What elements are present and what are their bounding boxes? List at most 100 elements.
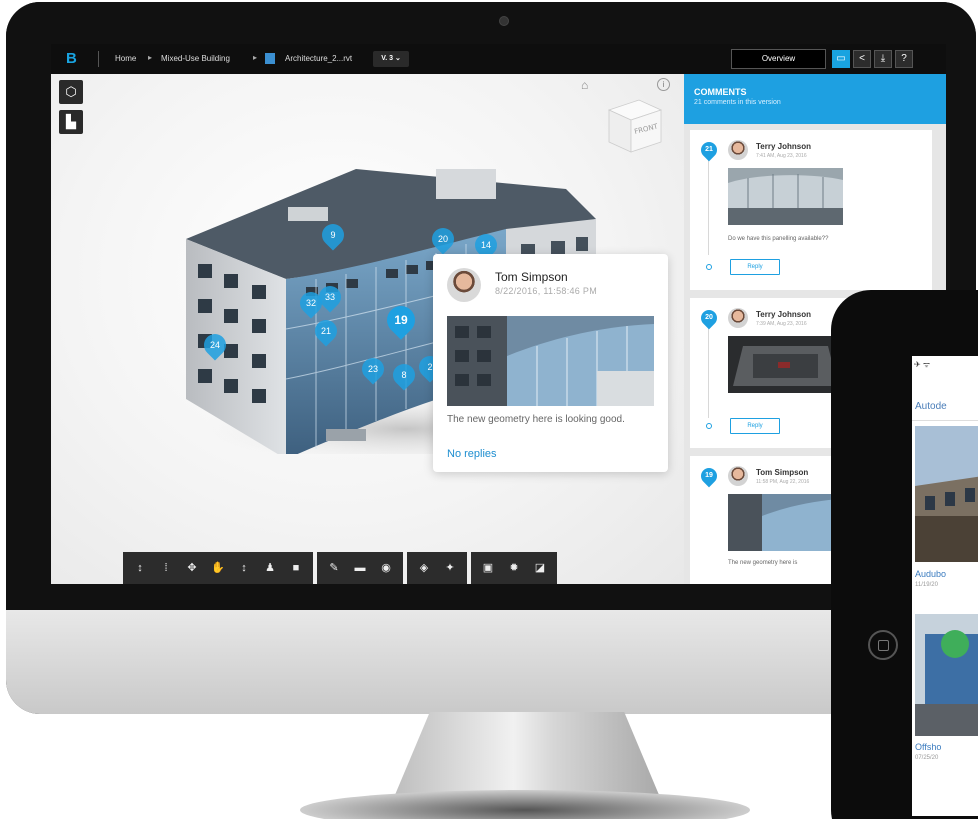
share-icon[interactable]: < bbox=[853, 50, 871, 68]
popup-thumbnail[interactable] bbox=[447, 316, 654, 406]
reply-dot-icon bbox=[706, 264, 712, 270]
comment-pin[interactable]: 20 bbox=[427, 223, 459, 255]
comment-timestamp: 11:58 PM, Aug 22, 2016 bbox=[756, 479, 810, 485]
explode-icon[interactable]: ◈ bbox=[413, 557, 435, 579]
comment-number-badge[interactable]: 21 bbox=[697, 138, 721, 162]
comments-count: 21 comments in this version bbox=[694, 99, 781, 106]
hand-icon[interactable]: ✋ bbox=[207, 557, 229, 579]
comments-title: COMMENTS bbox=[694, 87, 747, 97]
popup-author: Tom Simpson bbox=[495, 270, 568, 284]
tablet-screen: ✈ ᯤ Autode Audubo 11/19/20 Offsho 07/25/… bbox=[912, 356, 978, 816]
markup-icon[interactable]: ✎ bbox=[323, 557, 345, 579]
model-icon[interactable]: ✦ bbox=[439, 557, 461, 579]
home-button-icon[interactable] bbox=[868, 630, 898, 660]
comment-thumbnail[interactable] bbox=[728, 336, 843, 393]
project-card[interactable]: Audubo 11/19/20 bbox=[915, 426, 978, 606]
comment-card[interactable]: 21 Terry Johnson 7:41 AM, Aug 23, 2016 D… bbox=[690, 130, 932, 290]
comment-text: The new geometry here is bbox=[728, 560, 798, 566]
zoom-icon[interactable]: ↕ bbox=[233, 557, 255, 579]
chevron-right-icon: ▸ bbox=[148, 53, 153, 62]
monitor-base bbox=[300, 790, 750, 819]
help-icon[interactable]: ? bbox=[895, 50, 913, 68]
avatar bbox=[728, 466, 748, 486]
eye-icon[interactable]: ◉ bbox=[375, 557, 397, 579]
camera-icon[interactable]: ■ bbox=[285, 557, 307, 579]
model-tools: ◈ ✦ bbox=[407, 552, 467, 584]
comment-timestamp: 7:39 AM, Aug 23, 2016 bbox=[756, 321, 807, 327]
tablet-device: ✈ ᯤ Autode Audubo 11/19/20 Offsho 07/25/… bbox=[831, 290, 978, 819]
status-bar: ✈ ᯤ bbox=[914, 360, 931, 369]
person-icon[interactable]: ♟ bbox=[259, 557, 281, 579]
thread-line bbox=[708, 160, 709, 255]
comment-icon[interactable]: ▭ bbox=[832, 50, 850, 68]
document-icon[interactable]: ▙ bbox=[59, 110, 83, 134]
orbit-icon[interactable]: ✥ bbox=[181, 557, 203, 579]
comment-thumbnail[interactable] bbox=[728, 168, 843, 225]
popup-timestamp: 8/22/2016, 11:58:46 PM bbox=[495, 286, 598, 296]
viewer-toolbar: ↕ ⁞ ✥ ✋ ↕ ♟ ■ ✎ ▬ ◉ ◈ ✦ ▣ ✹ ◪ bbox=[123, 552, 557, 584]
comment-pin[interactable]: 24 bbox=[199, 329, 231, 361]
revit-file-icon bbox=[265, 53, 275, 64]
3d-viewer[interactable]: ⬡ ▙ ⌂ i FRONT 9 20 14 32 33 19 21 24 23 … bbox=[51, 74, 684, 584]
no-replies-link[interactable]: No replies bbox=[447, 448, 497, 460]
comment-pin[interactable]: 8 bbox=[388, 359, 420, 391]
product-showcase: B Home ▸ Mixed-Use Building ▸ Architectu… bbox=[0, 0, 978, 819]
popup-comment-text: The new geometry here is looking good. bbox=[447, 414, 625, 425]
avatar bbox=[447, 268, 481, 302]
comment-popup[interactable]: Tom Simpson 8/22/2016, 11:58:46 PM The n… bbox=[433, 254, 668, 472]
comment-author: Terry Johnson bbox=[756, 142, 811, 151]
top-bar: B Home ▸ Mixed-Use Building ▸ Architectu… bbox=[51, 44, 946, 74]
pan-icon[interactable]: ↕ bbox=[129, 557, 151, 579]
comment-author: Terry Johnson bbox=[756, 310, 811, 319]
navigation-tools: ↕ ⁞ ✥ ✋ ↕ ♟ ■ bbox=[123, 552, 313, 584]
app-logo[interactable]: B bbox=[66, 51, 79, 67]
project-thumbnail[interactable] bbox=[915, 426, 978, 562]
version-dropdown[interactable]: V. 3 ⌄ bbox=[373, 51, 409, 67]
comments-header: COMMENTS 21 comments in this version bbox=[684, 74, 946, 124]
tablet-app-title: Autode bbox=[912, 401, 978, 421]
project-thumbnail[interactable] bbox=[915, 614, 978, 736]
reply-button[interactable]: Reply bbox=[730, 418, 780, 434]
comment-pin[interactable]: 33 bbox=[314, 281, 346, 313]
walk-icon[interactable]: ⁞ bbox=[155, 557, 177, 579]
chevron-right-icon: ▸ bbox=[253, 53, 258, 62]
avatar bbox=[728, 140, 748, 160]
comment-number-badge[interactable]: 20 bbox=[697, 306, 721, 330]
thread-line bbox=[708, 328, 709, 418]
home-icon[interactable]: ⌂ bbox=[581, 78, 588, 92]
comment-author: Tom Simpson bbox=[756, 468, 809, 477]
project-name: Offsho bbox=[915, 742, 942, 752]
comment-add-icon[interactable]: ▬ bbox=[349, 557, 371, 579]
comment-text: Do we have this panelling available?? bbox=[728, 236, 829, 242]
cube-icon[interactable]: ⬡ bbox=[59, 80, 83, 104]
project-date: 11/19/20 bbox=[915, 582, 938, 588]
comment-pin[interactable]: 21 bbox=[310, 315, 342, 347]
reply-button[interactable]: Reply bbox=[730, 259, 780, 275]
breadcrumb-project[interactable]: Mixed-Use Building bbox=[161, 54, 230, 63]
markup-tools: ✎ ▬ ◉ bbox=[317, 552, 403, 584]
comment-timestamp: 7:41 AM, Aug 23, 2016 bbox=[756, 153, 807, 159]
comment-pin[interactable]: 23 bbox=[357, 353, 389, 385]
comment-pin-active[interactable]: 19 bbox=[381, 300, 421, 340]
save-icon[interactable]: ▣ bbox=[477, 557, 499, 579]
app-screen: B Home ▸ Mixed-Use Building ▸ Architectu… bbox=[51, 44, 946, 584]
breadcrumb-file[interactable]: Architecture_2...rvt bbox=[285, 54, 352, 63]
project-name: Audubo bbox=[915, 569, 947, 579]
divider bbox=[98, 51, 99, 67]
breadcrumb-home[interactable]: Home bbox=[115, 54, 136, 63]
settings-tools: ▣ ✹ ◪ bbox=[471, 552, 557, 584]
project-card[interactable]: Offsho 07/25/20 bbox=[915, 614, 978, 784]
comment-thumbnail[interactable] bbox=[728, 494, 843, 551]
monitor-stand bbox=[392, 712, 662, 802]
comment-pin[interactable]: 9 bbox=[317, 219, 349, 251]
avatar bbox=[728, 308, 748, 328]
download-icon[interactable]: ⤓ bbox=[874, 50, 892, 68]
camera-icon bbox=[499, 16, 509, 26]
info-icon[interactable]: i bbox=[657, 78, 670, 91]
reply-dot-icon bbox=[706, 423, 712, 429]
project-date: 07/25/20 bbox=[915, 755, 939, 761]
settings-icon[interactable]: ✹ bbox=[503, 557, 525, 579]
comment-number-badge[interactable]: 19 bbox=[697, 464, 721, 488]
overview-button[interactable]: Overview bbox=[731, 49, 826, 69]
fullscreen-icon[interactable]: ◪ bbox=[529, 557, 551, 579]
